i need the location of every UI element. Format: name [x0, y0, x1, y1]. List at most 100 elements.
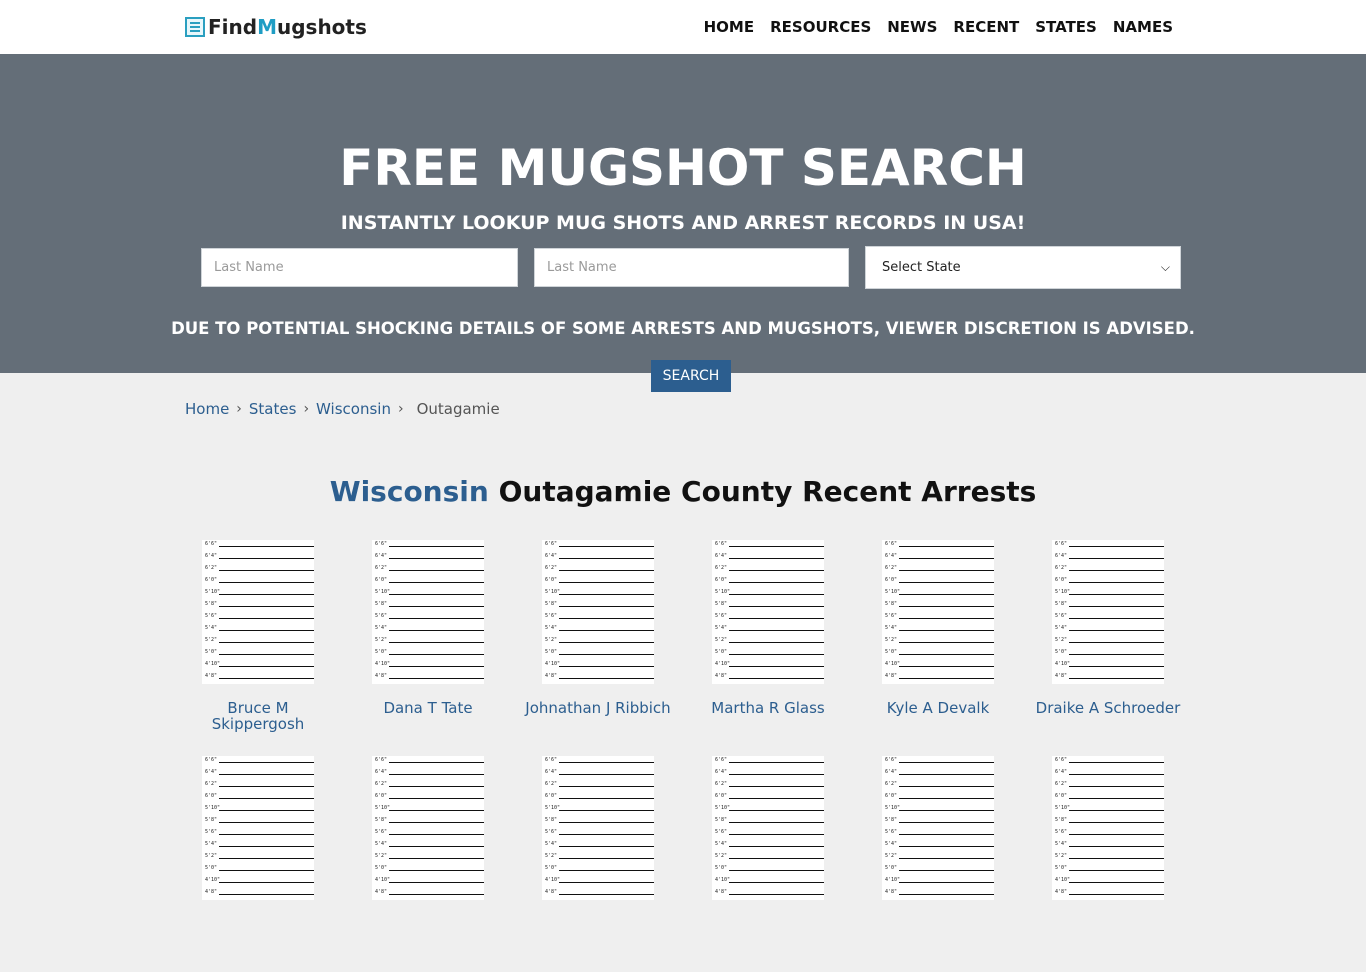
state-select[interactable]: Select State ⌵ [865, 246, 1181, 289]
arrest-card[interactable]: 6'6" 6'4" 6'2" 6'0" 5'10" 5'8" 5'6" 5'4" 5'2" 5'0… [853, 540, 1023, 756]
arrest-name-link[interactable]: Martha R Glass [683, 700, 853, 716]
arrest-name-link[interactable]: Draike A Schroeder [1023, 700, 1193, 716]
mugshot-placeholder-image: 6'6" 6'4" 6'2" 6'0" 5'10" 5'8" 5'6" 5'4" 5'2" 5'0… [542, 756, 654, 900]
height-line [729, 630, 824, 631]
height-line [559, 834, 654, 835]
arrest-card[interactable]: 6'6" 6'4" 6'2" 6'0" 5'10" 5'8" 5'6" 5'4" 5'2" 5'0… [853, 756, 1023, 972]
breadcrumb: Home › States › Wisconsin › Outagamie [185, 400, 500, 418]
height-label: 5'8" [205, 601, 218, 607]
height-line [1069, 810, 1164, 811]
height-label: 5'4" [715, 625, 728, 631]
height-line [1069, 858, 1164, 859]
height-label: 6'0" [205, 793, 218, 799]
arrest-card[interactable]: 6'6" 6'4" 6'2" 6'0" 5'10" 5'8" 5'6" 5'4" 5'2" 5'0… [1023, 756, 1193, 972]
height-line [219, 786, 314, 787]
top-navbar: Find Mugshots HOME RESOURCES NEWS RECENT … [0, 0, 1366, 54]
height-line [729, 642, 824, 643]
height-line [729, 822, 824, 823]
arrest-card[interactable]: 6'6" 6'4" 6'2" 6'0" 5'10" 5'8" 5'6" 5'4" 5'2" 5'0… [173, 756, 343, 972]
height-line [559, 822, 654, 823]
nav-recent[interactable]: RECENT [953, 18, 1019, 36]
height-line [899, 822, 994, 823]
site-logo[interactable]: Find Mugshots [185, 14, 367, 40]
height-label: 4'10" [885, 661, 901, 667]
height-line [729, 666, 824, 667]
arrest-card[interactable]: 6'6" 6'4" 6'2" 6'0" 5'10" 5'8" 5'6" 5'4" 5'2" 5'0… [513, 756, 683, 972]
height-line [559, 762, 654, 763]
arrest-card[interactable]: 6'6" 6'4" 6'2" 6'0" 5'10" 5'8" 5'6" 5'4" 5'2" 5'0… [1023, 540, 1193, 756]
mugshot-placeholder-image: 6'6" 6'4" 6'2" 6'0" 5'10" 5'8" 5'6" 5'4" 5'2" 5'0… [372, 756, 484, 900]
height-label: 5'4" [715, 841, 728, 847]
height-line [1069, 678, 1164, 679]
height-label: 4'10" [1055, 877, 1071, 883]
nav-names[interactable]: NAMES [1113, 18, 1173, 36]
height-line [389, 798, 484, 799]
height-line [729, 786, 824, 787]
arrest-name-link[interactable]: Bruce M Skippergosh [173, 700, 343, 732]
height-label: 4'8" [1055, 889, 1068, 895]
height-line [1069, 630, 1164, 631]
height-label: 5'6" [885, 829, 898, 835]
height-line [219, 594, 314, 595]
breadcrumb-state[interactable]: Wisconsin [316, 400, 391, 418]
breadcrumb-current: Outagamie [416, 400, 500, 418]
chevron-down-icon: ⌵ [1160, 260, 1170, 274]
height-line [219, 582, 314, 583]
height-label: 5'6" [375, 613, 388, 619]
height-line [389, 582, 484, 583]
breadcrumb-home[interactable]: Home [185, 400, 229, 418]
last-name-input[interactable] [534, 248, 849, 287]
search-button[interactable]: SEARCH [651, 360, 731, 392]
height-line [559, 546, 654, 547]
height-label: 5'10" [545, 805, 561, 811]
mugshot-placeholder-image: 6'6" 6'4" 6'2" 6'0" 5'10" 5'8" 5'6" 5'4" 5'2" 5'0… [202, 540, 314, 684]
chevron-right-icon: › [236, 401, 242, 417]
height-label: 5'0" [545, 865, 558, 871]
arrest-card[interactable]: 6'6" 6'4" 6'2" 6'0" 5'10" 5'8" 5'6" 5'4" 5'2" 5'0… [683, 540, 853, 756]
height-label: 6'4" [715, 769, 728, 775]
height-label: 6'0" [715, 577, 728, 583]
first-name-input[interactable] [201, 248, 518, 287]
nav-news[interactable]: NEWS [887, 18, 937, 36]
arrest-card[interactable]: 6'6" 6'4" 6'2" 6'0" 5'10" 5'8" 5'6" 5'4" 5'2" 5'0… [343, 540, 513, 756]
height-label: 4'8" [715, 889, 728, 895]
height-label: 5'8" [715, 601, 728, 607]
arrest-name-link[interactable]: Dana T Tate [343, 700, 513, 716]
height-line [1069, 882, 1164, 883]
height-label: 5'4" [375, 841, 388, 847]
page-title-state: Wisconsin [329, 475, 489, 508]
height-label: 5'2" [1055, 637, 1068, 643]
arrest-card[interactable]: 6'6" 6'4" 6'2" 6'0" 5'10" 5'8" 5'6" 5'4" 5'2" 5'0… [513, 540, 683, 756]
height-line [899, 786, 994, 787]
arrest-card[interactable]: 6'6" 6'4" 6'2" 6'0" 5'10" 5'8" 5'6" 5'4" 5'2" 5'0… [173, 540, 343, 756]
height-line [389, 870, 484, 871]
height-label: 5'10" [375, 805, 391, 811]
height-label: 6'2" [205, 565, 218, 571]
height-line [389, 618, 484, 619]
height-line [899, 858, 994, 859]
arrest-name-link[interactable]: Johnathan J Ribbich [513, 700, 683, 716]
height-label: 6'4" [715, 553, 728, 559]
height-line [899, 546, 994, 547]
arrest-card[interactable]: 6'6" 6'4" 6'2" 6'0" 5'10" 5'8" 5'6" 5'4" 5'2" 5'0… [343, 756, 513, 972]
height-line [389, 774, 484, 775]
height-line [899, 606, 994, 607]
height-label: 5'10" [885, 805, 901, 811]
height-label: 4'8" [885, 889, 898, 895]
height-line [389, 822, 484, 823]
nav-resources[interactable]: RESOURCES [770, 18, 871, 36]
nav-home[interactable]: HOME [704, 18, 754, 36]
arrest-card[interactable]: 6'6" 6'4" 6'2" 6'0" 5'10" 5'8" 5'6" 5'4" 5'2" 5'0… [683, 756, 853, 972]
discretion-notice: DUE TO POTENTIAL SHOCKING DETAILS OF SOM… [171, 319, 1195, 338]
height-line [899, 666, 994, 667]
height-line [559, 642, 654, 643]
mugshot-placeholder-image: 6'6" 6'4" 6'2" 6'0" 5'10" 5'8" 5'6" 5'4" 5'2" 5'0… [882, 756, 994, 900]
breadcrumb-states[interactable]: States [249, 400, 297, 418]
height-label: 5'0" [715, 649, 728, 655]
nav-states[interactable]: STATES [1035, 18, 1097, 36]
height-line [559, 618, 654, 619]
height-label: 5'0" [205, 865, 218, 871]
arrest-name-link[interactable]: Kyle A Devalk [853, 700, 1023, 716]
height-label: 5'6" [715, 829, 728, 835]
height-label: 5'4" [885, 625, 898, 631]
